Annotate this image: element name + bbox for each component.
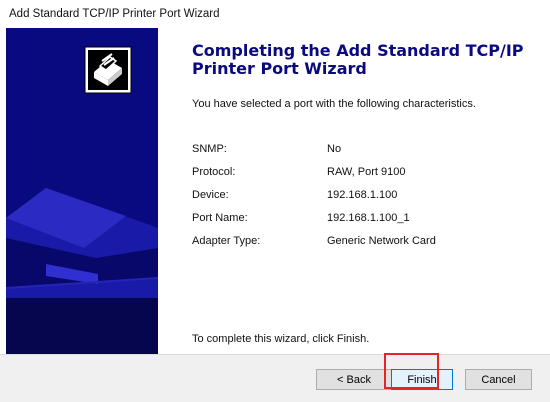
finish-button[interactable]: Finish: [391, 369, 453, 390]
property-value: No: [327, 143, 342, 155]
property-row-snmp: SNMP: No: [192, 143, 532, 166]
wizard-content: Completing the Add Standard TCP/IP Print…: [158, 28, 550, 354]
window-title: Add Standard TCP/IP Printer Port Wizard: [9, 8, 220, 20]
wizard-side-panel: [6, 28, 158, 354]
property-row-adapter-type: Adapter Type: Generic Network Card: [192, 235, 532, 258]
completion-instruction: To complete this wizard, click Finish.: [192, 333, 370, 345]
button-bar: < Back Finish Cancel: [0, 354, 550, 402]
printer-wizard-icon: [84, 46, 132, 94]
property-row-port-name: Port Name: 192.168.1.100_1: [192, 212, 532, 235]
property-label: Adapter Type:: [192, 235, 261, 247]
property-value: 192.168.1.100_1: [327, 212, 410, 224]
property-row-device: Device: 192.168.1.100: [192, 189, 532, 212]
cancel-button[interactable]: Cancel: [465, 369, 532, 390]
property-label: Port Name:: [192, 212, 248, 224]
property-value: RAW, Port 9100: [327, 166, 406, 178]
property-value: 192.168.1.100: [327, 189, 398, 201]
property-value: Generic Network Card: [327, 235, 436, 247]
back-button[interactable]: < Back: [316, 369, 392, 390]
title-bar: Add Standard TCP/IP Printer Port Wizard: [0, 0, 550, 28]
port-properties: SNMP: No Protocol: RAW, Port 9100 Device…: [192, 143, 532, 258]
page-title: Completing the Add Standard TCP/IP Print…: [192, 41, 524, 78]
property-label: SNMP:: [192, 143, 227, 155]
property-label: Protocol:: [192, 166, 236, 178]
property-row-protocol: Protocol: RAW, Port 9100: [192, 166, 532, 189]
printer-illustration: [6, 188, 158, 354]
property-label: Device:: [192, 189, 229, 201]
intro-text: You have selected a port with the follow…: [192, 98, 476, 110]
